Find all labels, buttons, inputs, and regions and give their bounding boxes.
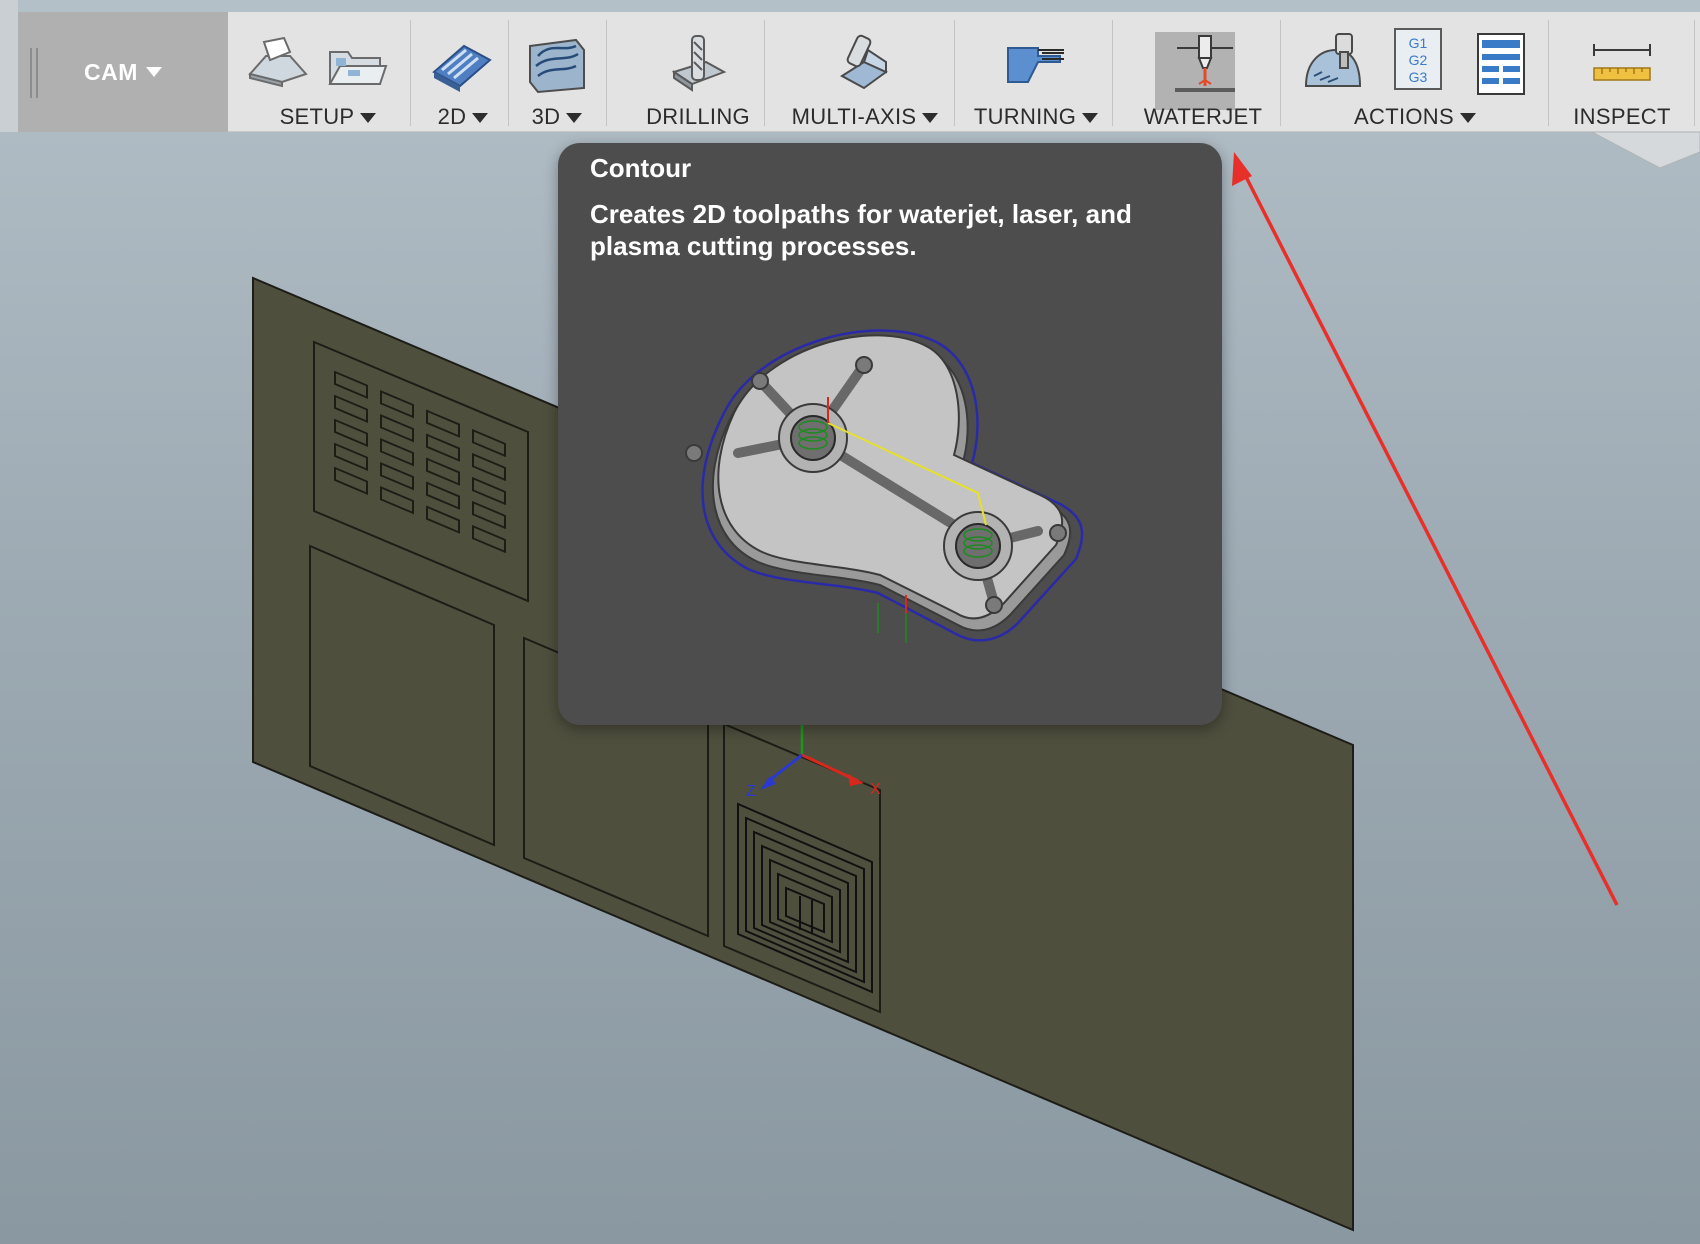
- tooltip-description: Creates 2D toolpaths for waterjet, laser…: [590, 199, 1132, 261]
- contour-preview-image: [685, 329, 1084, 643]
- tooltip-title: Contour: [590, 153, 692, 183]
- tooltip: Contour Creates 2D toolpaths for waterje…: [558, 143, 1222, 725]
